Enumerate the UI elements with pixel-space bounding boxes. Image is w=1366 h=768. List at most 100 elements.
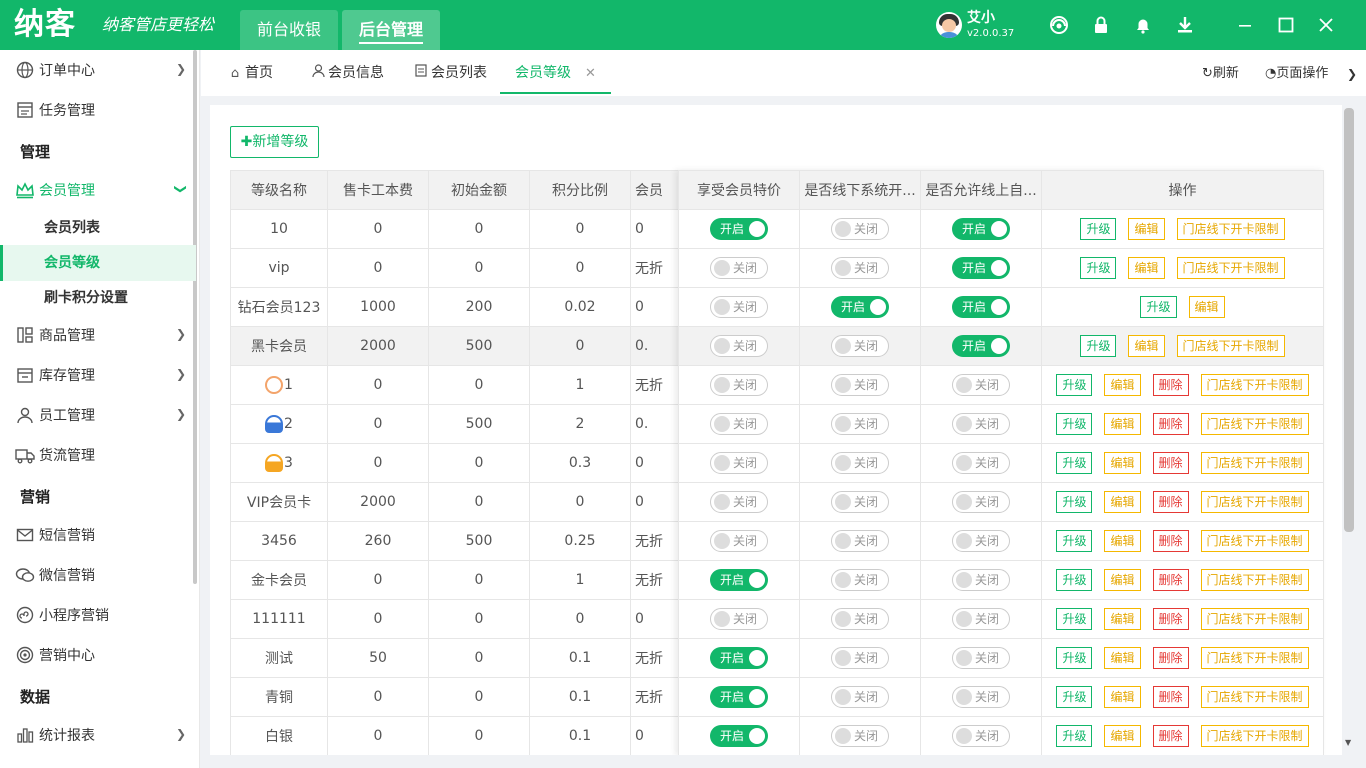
online-self-toggle[interactable]: 关闭 [952,647,1010,669]
member-price-toggle[interactable]: 关闭 [710,296,768,318]
sidebar-item-staff[interactable]: 员工管理 ❯ [0,395,196,435]
limit-button[interactable]: 门店线下开卡限制 [1176,218,1285,240]
edit-button[interactable]: 编辑 [1104,491,1141,513]
upgrade-button[interactable]: 升级 [1056,569,1093,591]
member-price-toggle[interactable]: 关闭 [710,374,768,396]
online-self-toggle[interactable]: 关闭 [952,413,1010,435]
delete-button[interactable]: 删除 [1152,608,1189,630]
limit-button[interactable]: 门店线下开卡限制 [1176,335,1285,357]
scroll-down-arrow-icon[interactable]: ▼ [1345,738,1351,747]
online-self-toggle[interactable]: 开启 [952,218,1010,240]
delete-button[interactable]: 删除 [1152,413,1189,435]
nav-tab-cashier[interactable]: 前台收银 [240,10,339,50]
online-self-toggle[interactable]: 关闭 [952,452,1010,474]
member-price-toggle[interactable]: 开启 [710,218,768,240]
tab-member-level[interactable]: 会员等级 ✕ [500,50,611,94]
sidebar-item-inventory[interactable]: 库存管理 ❯ [0,355,196,395]
user-avatar[interactable] [936,12,962,38]
service-icon[interactable] [1047,13,1071,37]
nav-tab-admin[interactable]: 后台管理 [342,10,441,50]
limit-button[interactable]: 门店线下开卡限制 [1200,725,1309,747]
sidebar-item-marketing-center[interactable]: 营销中心 [0,635,196,675]
delete-button[interactable]: 删除 [1152,374,1189,396]
sidebar-item-miniprogram[interactable]: 小程序营销 [0,595,196,635]
tab-member-list[interactable]: 会员列表 [413,50,487,94]
offline-open-toggle[interactable]: 关闭 [831,218,889,240]
upgrade-button[interactable]: 升级 [1056,608,1093,630]
member-price-toggle[interactable]: 开启 [710,725,768,747]
upgrade-button[interactable]: 升级 [1080,218,1117,240]
online-self-toggle[interactable]: 开启 [952,296,1010,318]
delete-button[interactable]: 删除 [1152,647,1189,669]
delete-button[interactable]: 删除 [1152,569,1189,591]
offline-open-toggle[interactable]: 关闭 [831,257,889,279]
offline-open-toggle[interactable]: 关闭 [831,413,889,435]
content-scrollbar[interactable] [1344,108,1354,532]
member-price-toggle[interactable]: 关闭 [710,491,768,513]
offline-open-toggle[interactable]: 关闭 [831,647,889,669]
online-self-toggle[interactable]: 关闭 [952,491,1010,513]
offline-open-toggle[interactable]: 关闭 [831,608,889,630]
upgrade-button[interactable]: 升级 [1056,374,1093,396]
limit-button[interactable]: 门店线下开卡限制 [1200,569,1309,591]
online-self-toggle[interactable]: 关闭 [952,725,1010,747]
upgrade-button[interactable]: 升级 [1056,686,1093,708]
sidebar-item-wechat[interactable]: 微信营销 [0,555,196,595]
online-self-toggle[interactable]: 开启 [952,335,1010,357]
sidebar-sub-card-points[interactable]: 刷卡积分设置 [0,280,196,316]
limit-button[interactable]: 门店线下开卡限制 [1200,491,1309,513]
edit-button[interactable]: 编辑 [1104,608,1141,630]
member-price-toggle[interactable]: 开启 [710,647,768,669]
online-self-toggle[interactable]: 关闭 [952,569,1010,591]
sidebar-item-member-manage[interactable]: 会员管理 ❯ [0,170,196,210]
member-price-toggle[interactable]: 关闭 [710,335,768,357]
upgrade-button[interactable]: 升级 [1056,530,1093,552]
online-self-toggle[interactable]: 关闭 [952,374,1010,396]
offline-open-toggle[interactable]: 关闭 [831,374,889,396]
sidebar-item-task[interactable]: 任务管理 [0,90,196,130]
upgrade-button[interactable]: 升级 [1080,257,1117,279]
minimize-icon[interactable] [1233,13,1257,37]
limit-button[interactable]: 门店线下开卡限制 [1200,413,1309,435]
edit-button[interactable]: 编辑 [1104,725,1141,747]
upgrade-button[interactable]: 升级 [1056,491,1093,513]
edit-button[interactable]: 编辑 [1128,257,1165,279]
offline-open-toggle[interactable]: 关闭 [831,725,889,747]
tab-home[interactable]: ⌂ 首页 [227,50,273,94]
limit-button[interactable]: 门店线下开卡限制 [1200,374,1309,396]
limit-button[interactable]: 门店线下开卡限制 [1200,647,1309,669]
add-level-button[interactable]: ✚新增等级 [230,126,319,158]
edit-button[interactable]: 编辑 [1128,218,1165,240]
online-self-toggle[interactable]: 关闭 [952,686,1010,708]
limit-button[interactable]: 门店线下开卡限制 [1200,452,1309,474]
sidebar-sub-member-level[interactable]: 会员等级 [0,245,196,281]
offline-open-toggle[interactable]: 关闭 [831,491,889,513]
edit-button[interactable]: 编辑 [1104,686,1141,708]
member-price-toggle[interactable]: 关闭 [710,452,768,474]
delete-button[interactable]: 删除 [1152,452,1189,474]
upgrade-button[interactable]: 升级 [1056,452,1093,474]
maximize-icon[interactable] [1274,13,1298,37]
lock-icon[interactable] [1089,13,1113,37]
online-self-toggle[interactable]: 关闭 [952,608,1010,630]
sidebar-item-goods[interactable]: 商品管理 ❯ [0,315,196,355]
upgrade-button[interactable]: 升级 [1056,413,1093,435]
member-price-toggle[interactable]: 开启 [710,569,768,591]
download-icon[interactable] [1173,13,1197,37]
close-window-icon[interactable] [1314,13,1338,37]
sidebar-item-reports[interactable]: 统计报表 ❯ [0,715,196,755]
member-price-toggle[interactable]: 关闭 [710,530,768,552]
edit-button[interactable]: 编辑 [1104,569,1141,591]
close-icon[interactable]: ✕ [585,66,596,81]
tab-member-info[interactable]: 会员信息 [310,50,384,94]
online-self-toggle[interactable]: 关闭 [952,530,1010,552]
sidebar-sub-member-list[interactable]: 会员列表 [0,210,196,246]
user-name[interactable]: 艾小 [967,9,995,27]
upgrade-button[interactable]: 升级 [1056,647,1093,669]
member-price-toggle[interactable]: 关闭 [710,608,768,630]
upgrade-button[interactable]: 升级 [1056,725,1093,747]
offline-open-toggle[interactable]: 关闭 [831,335,889,357]
chevron-right-icon[interactable]: ❯ [1347,50,1357,96]
offline-open-toggle[interactable]: 关闭 [831,452,889,474]
delete-button[interactable]: 删除 [1152,725,1189,747]
